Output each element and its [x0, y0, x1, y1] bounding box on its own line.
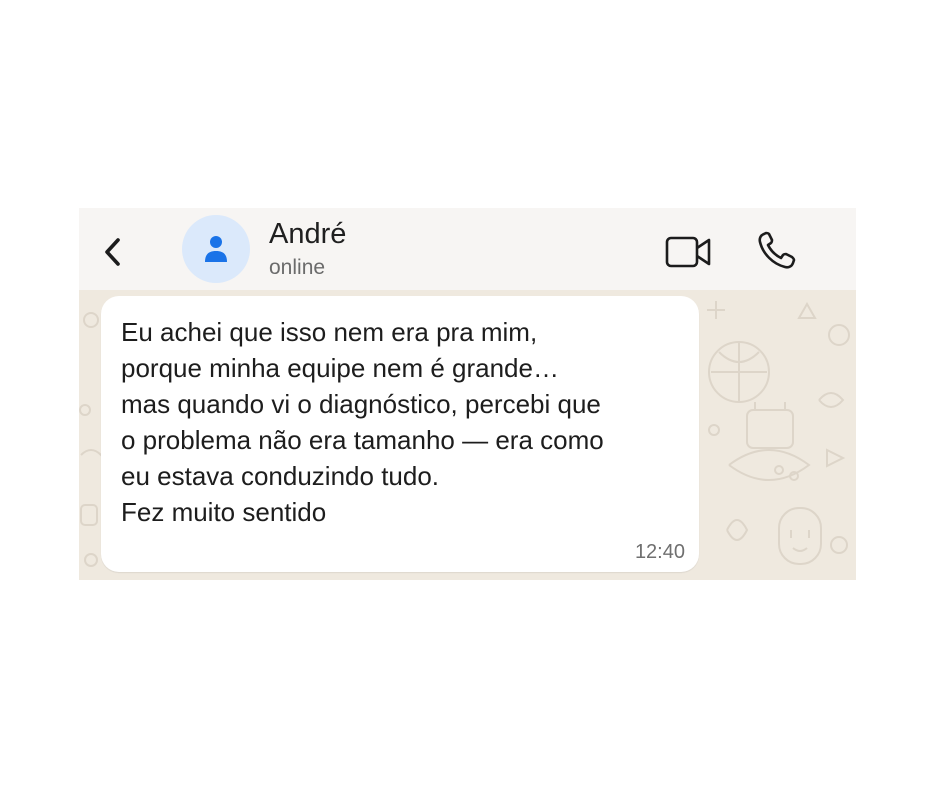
person-icon — [205, 236, 227, 262]
video-call-button[interactable] — [663, 234, 715, 270]
message-text: Eu achei que isso nem era pra mim, porqu… — [121, 317, 604, 527]
back-button[interactable] — [99, 234, 131, 270]
voice-call-button[interactable] — [755, 230, 799, 272]
message-bubble[interactable]: Eu achei que isso nem era pra mim, porqu… — [101, 296, 699, 572]
avatar[interactable] — [182, 215, 250, 283]
contact-name[interactable]: André — [269, 218, 346, 251]
contact-status: online — [269, 256, 326, 279]
video-camera-icon — [665, 236, 711, 268]
phone-icon — [758, 231, 796, 269]
message-timestamp: 12:40 — [634, 541, 685, 563]
chat-window: André online Eu achei que isso nem era p… — [79, 208, 856, 580]
chevron-left-icon — [105, 238, 120, 266]
chat-header: André online — [79, 208, 856, 290]
chat-body[interactable]: Eu achei que isso nem era pra mim, porqu… — [79, 290, 856, 580]
